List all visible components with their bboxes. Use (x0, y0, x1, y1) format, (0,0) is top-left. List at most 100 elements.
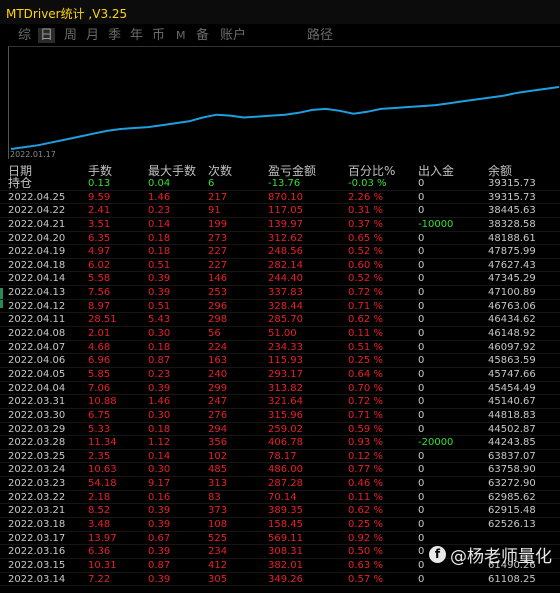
cell-cash-flow: -20000 (418, 437, 454, 449)
cell-date: 2022.03.21 (8, 505, 66, 517)
cell-count: 247 (208, 396, 228, 408)
cell-max-lots: 0.39 (148, 382, 171, 394)
cell-lots: 2.01 (88, 328, 111, 340)
tab-notes[interactable]: 备 (194, 28, 211, 43)
tab-account[interactable]: 账户 (218, 28, 248, 43)
cell-lots: 2.35 (88, 450, 111, 462)
cell-percent: 0.70 % (348, 382, 383, 394)
table-row[interactable]: 2022.04.05 5.85 0.23 240 293.17 0.64 % 0 45747.… (0, 368, 560, 382)
cell-percent: 0.50 % (348, 546, 383, 558)
cell-lots: 54.18 (88, 478, 117, 490)
cell-balance: 46148.92 (488, 328, 536, 340)
table-row[interactable]: 2022.04.21 3.51 0.14 199 139.97 0.37 % -10000 3… (0, 218, 560, 232)
tab-daily[interactable]: 日 (38, 28, 56, 43)
cell-balance: 46763.06 (488, 300, 536, 312)
cell-percent: 0.57 % (348, 573, 383, 585)
holding-lots: 0.13 (88, 178, 111, 189)
cell-lots: 5.58 (88, 273, 111, 285)
table-row[interactable]: 2022.03.22 2.18 0.16 83 70.14 0.11 % 0 62985.62 (0, 491, 560, 505)
cell-lots: 8.97 (88, 300, 111, 312)
table-row[interactable]: 2022.04.08 2.01 0.30 56 51.00 0.11 % 0 46148.92 (0, 327, 560, 341)
cell-cash-flow: 0 (418, 232, 425, 244)
table-row[interactable]: 2022.04.13 7.56 0.39 253 337.83 0.72 % 0 47100.… (0, 286, 560, 300)
cell-percent: 0.25 % (348, 519, 383, 531)
cell-max-lots: 0.87 (148, 355, 171, 367)
period-tabs: 综 日 周 月 季 年 币 M 备 账户 路径 (0, 24, 560, 46)
cell-count: 294 (208, 423, 228, 435)
cell-lots: 11.34 (88, 437, 117, 449)
table-row[interactable]: 2022.03.14 7.22 0.39 305 349.26 0.57 % 0 61108.… (0, 573, 560, 587)
cell-max-lots: 0.30 (148, 328, 171, 340)
cell-max-lots: 0.18 (148, 232, 171, 244)
table-row[interactable]: 2022.04.06 6.96 0.87 163 115.93 0.25 % 0 45863.… (0, 354, 560, 368)
tab-currency[interactable]: 币 (150, 28, 167, 43)
tab-summary[interactable]: 综 (16, 28, 33, 43)
equity-chart: 2022.01.17 (8, 46, 560, 159)
equity-curve-line (10, 86, 560, 150)
cell-pnl: 70.14 (268, 491, 297, 503)
table-row[interactable]: 2022.04.04 7.06 0.39 299 313.82 0.70 % 0 45454.… (0, 382, 560, 396)
cell-max-lots: 0.51 (148, 259, 171, 271)
holding-cash-flow: 0 (418, 178, 425, 189)
cell-cash-flow: 0 (418, 491, 425, 503)
table-row[interactable]: 2022.04.07 4.68 0.18 224 234.33 0.51 % 0 46097.… (0, 341, 560, 355)
window-title: MTDriver统计 ,V3.25 (6, 7, 128, 21)
table-row[interactable]: 2022.03.30 6.75 0.30 276 315.96 0.71 % 0 44818.… (0, 409, 560, 423)
table-row[interactable]: 2022.03.21 8.52 0.39 373 389.35 0.62 % 0 62915.… (0, 504, 560, 519)
holding-row[interactable]: 持仓 0.13 0.04 6 -13.76 -0.03 % 0 39315.73 (0, 176, 560, 191)
cell-cash-flow: 0 (418, 191, 425, 203)
cell-cash-flow: 0 (418, 546, 425, 558)
table-row[interactable]: 2022.03.25 2.35 0.14 102 78.17 0.12 % 0 63837.0… (0, 450, 560, 464)
cell-max-lots: 0.23 (148, 205, 171, 217)
cell-count: 299 (208, 382, 228, 394)
cell-lots: 7.06 (88, 382, 111, 394)
cell-balance: 44243.85 (488, 437, 536, 449)
table-row[interactable]: 2022.03.18 3.48 0.39 108 158.45 0.25 % 0 62526.… (0, 518, 560, 532)
cell-count: 373 (208, 505, 228, 517)
holding-max-lots: 0.04 (148, 178, 171, 189)
cell-percent: 0.92 % (348, 532, 383, 544)
table-row[interactable]: 2022.04.20 6.35 0.18 273 312.62 0.65 % 0 48188.… (0, 232, 560, 246)
cell-balance: 47627.43 (488, 259, 536, 271)
tab-quarterly[interactable]: 季 (106, 28, 123, 43)
tab-weekly[interactable]: 周 (62, 28, 79, 43)
table-row[interactable]: 2022.03.31 10.88 1.46 247 321.64 0.72 % 0 45140… (0, 395, 560, 409)
cell-percent: 0.25 % (348, 355, 383, 367)
cell-cash-flow: 0 (418, 409, 425, 421)
table-row[interactable]: 2022.03.29 5.33 0.18 294 259.02 0.59 % 0 44502.… (0, 423, 560, 437)
cell-percent: 0.62 % (348, 314, 383, 326)
table-row[interactable]: 2022.04.19 4.97 0.18 227 248.56 0.52 % 0 47875.… (0, 245, 560, 259)
table-row[interactable]: 2022.04.18 6.02 0.51 227 282.14 0.60 % 0 47627.… (0, 259, 560, 273)
table-row[interactable]: 2022.04.12 8.97 0.51 296 328.44 0.71 % 0 46763.… (0, 300, 560, 314)
table-row[interactable]: 2022.04.22 2.41 0.23 91 117.05 0.31 % 0 38445.6… (0, 204, 560, 218)
cell-cash-flow: 0 (418, 368, 425, 380)
cell-count: 234 (208, 546, 228, 558)
table-header: 日期 手数 最大手数 次数 盈亏金额 百分比% 出入金 余额 (0, 162, 560, 178)
holding-label: 持仓 (8, 176, 33, 190)
cell-count: 412 (208, 559, 228, 571)
cell-max-lots: 0.39 (148, 505, 171, 517)
cell-count: 253 (208, 287, 228, 299)
tab-path[interactable]: 路径 (305, 28, 335, 43)
cell-cash-flow: 0 (418, 246, 425, 258)
table-row[interactable]: 2022.03.23 54.18 9.17 313 287.28 0.46 % 0 63272… (0, 477, 560, 491)
cell-max-lots: 0.23 (148, 368, 171, 380)
tab-m[interactable]: M (174, 28, 188, 43)
tab-yearly[interactable]: 年 (128, 28, 145, 43)
tab-monthly[interactable]: 月 (84, 28, 101, 43)
cell-pnl: 349.26 (268, 573, 303, 585)
cell-pnl: 117.05 (268, 205, 303, 217)
cell-count: 217 (208, 191, 228, 203)
table-row[interactable]: 2022.04.14 5.58 0.39 146 244.40 0.52 % 0 47345.… (0, 272, 560, 287)
chart-start-date: 2022.01.17 (10, 150, 56, 159)
cell-date: 2022.03.18 (8, 519, 66, 531)
cell-pnl: 406.78 (268, 437, 303, 449)
table-row[interactable]: 2022.03.24 10.63 0.30 485 486.00 0.77 % 0 63758… (0, 463, 560, 478)
table-row[interactable]: 2022.03.28 11.34 1.12 356 406.78 0.93 % -20000… (0, 436, 560, 450)
table-row[interactable]: 2022.04.11 28.51 5.43 298 285.70 0.62 % 0 46434… (0, 313, 560, 328)
cell-percent: 0.60 % (348, 259, 383, 271)
table-row[interactable]: 2022.04.25 9.59 1.46 217 870.10 2.26 % 0 39315.… (0, 191, 560, 205)
cell-cash-flow: 0 (418, 573, 425, 585)
cell-pnl: 51.00 (268, 328, 297, 340)
cell-pnl: 870.10 (268, 191, 303, 203)
